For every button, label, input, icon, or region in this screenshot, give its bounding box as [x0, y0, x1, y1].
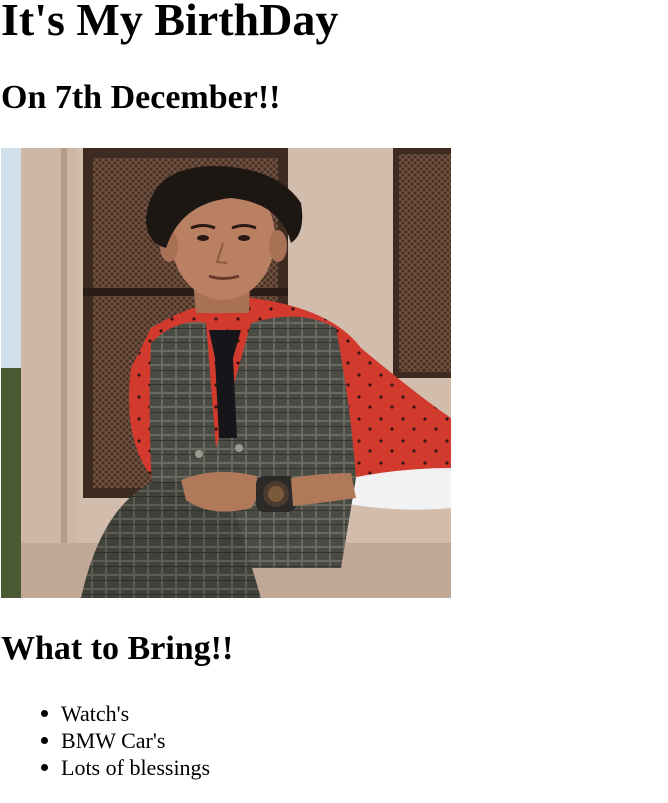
- what-to-bring-heading: What to Bring!!: [1, 630, 234, 667]
- list-item: BMW Car's: [40, 727, 210, 754]
- birthday-date-heading: On 7th December!!: [1, 79, 281, 116]
- page-title: It's My BirthDay: [1, 0, 339, 45]
- birthday-person-photo: [1, 148, 451, 598]
- bring-list: Watch's BMW Car's Lots of blessings: [0, 700, 210, 781]
- list-item: Watch's: [40, 700, 210, 727]
- list-item: Lots of blessings: [40, 755, 211, 780]
